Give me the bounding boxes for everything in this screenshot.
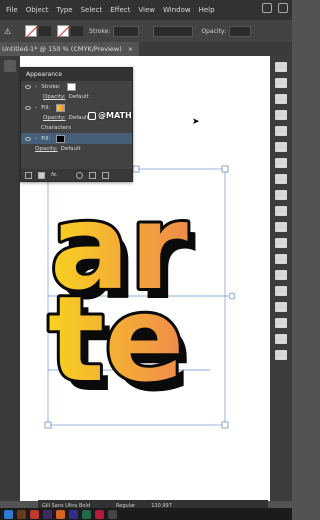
bottom-opacity-row: Opacity: Default [21, 144, 132, 154]
visibility-eye-icon[interactable] [25, 84, 31, 89]
bottom-opacity-link[interactable]: Opacity: [35, 146, 58, 152]
color-panel-icon[interactable] [275, 110, 287, 120]
chevron-right-icon[interactable]: › [35, 105, 37, 111]
start-menu-icon[interactable] [4, 509, 13, 519]
graphic-styles-panel-icon[interactable] [275, 238, 287, 248]
selection-tool-icon[interactable] [4, 60, 16, 72]
fill-opacity-link[interactable]: Opacity: [43, 115, 66, 121]
pathfinder-panel-icon[interactable] [275, 270, 287, 280]
rotate-handle-right[interactable] [228, 292, 236, 300]
visibility-eye-icon[interactable] [25, 136, 31, 141]
taskbar-app-icon[interactable] [95, 509, 104, 519]
duplicate-item-icon[interactable] [88, 171, 96, 179]
instagram-icon [88, 111, 96, 120]
appearance-row-selected-fill[interactable]: › Fill: [21, 133, 132, 144]
symbols-panel-icon[interactable] [275, 158, 287, 168]
brushes-panel-icon[interactable] [275, 142, 287, 152]
fill-opacity-value: Default [68, 115, 89, 121]
watermark-handle: @MATH [98, 111, 132, 120]
transform-panel-icon[interactable] [275, 286, 287, 296]
characters-row[interactable]: Characters [21, 123, 132, 133]
taskbar-app-icon[interactable] [108, 509, 117, 519]
resize-handle-bottom-left[interactable] [44, 421, 52, 429]
artboards-panel-icon[interactable] [275, 350, 287, 360]
mouse-cursor-icon: ➤ [192, 117, 200, 127]
taskbar-app-icon[interactable] [43, 509, 52, 519]
appearance-panel: Appearance › Stroke: Opacity: Default › … [20, 67, 133, 182]
delete-item-icon[interactable] [101, 171, 109, 179]
opentype-panel-icon[interactable] [275, 334, 287, 344]
tools-panel [0, 56, 20, 501]
transparency-panel-icon[interactable] [275, 206, 287, 216]
appearance-row-stroke[interactable]: › Stroke: [21, 81, 132, 92]
add-effect-button[interactable]: fx. [51, 172, 58, 178]
add-new-stroke-icon[interactable] [25, 171, 32, 179]
taskbar-app-icon[interactable] [69, 509, 78, 519]
taskbar-app-icon[interactable] [17, 509, 26, 519]
fill-row-label: Fill: [41, 104, 51, 111]
chevron-right-icon[interactable]: › [35, 136, 37, 142]
instagram-watermark: @MATH [88, 111, 132, 120]
stroke-opacity-row: Opacity: Default [21, 92, 132, 102]
taskbar-app-icon[interactable] [56, 509, 65, 519]
resize-handle-bottom-right[interactable] [221, 421, 229, 429]
panel-icon-strip [270, 56, 292, 501]
clear-appearance-icon[interactable] [75, 171, 83, 179]
taskbar-app-icon[interactable] [30, 509, 39, 519]
resize-handle-top-right[interactable] [221, 165, 229, 173]
swatches-panel-icon[interactable] [275, 126, 287, 136]
chevron-right-icon[interactable]: › [35, 84, 37, 90]
appearance-panel-title[interactable]: Appearance [21, 68, 132, 81]
fill-gradient-swatch[interactable] [56, 103, 66, 112]
bottom-opacity-value: Default [60, 146, 81, 152]
appearance-panel-footer: fx. [21, 169, 132, 181]
add-new-fill-icon[interactable] [38, 171, 45, 179]
selected-fill-swatch[interactable] [56, 134, 66, 143]
libraries-panel-icon[interactable] [275, 94, 287, 104]
illustrator-window: File Object Type Select Effect View Wind… [0, 0, 292, 520]
taskbar-app-icon[interactable] [82, 509, 91, 519]
word-line2: te [48, 270, 184, 408]
os-taskbar [0, 508, 292, 520]
paragraph-panel-icon[interactable] [275, 318, 287, 328]
stroke-row-label: Stroke: [41, 83, 61, 90]
letters-fill[interactable]: ar te [48, 178, 188, 408]
character-panel-icon[interactable] [275, 302, 287, 312]
gradient-panel-icon[interactable] [275, 190, 287, 200]
properties-panel-icon[interactable] [275, 62, 287, 72]
stroke-opacity-value: Default [68, 94, 89, 100]
align-panel-icon[interactable] [275, 254, 287, 264]
stroke-swatch[interactable] [66, 82, 76, 91]
appearance-panel-icon[interactable] [275, 222, 287, 232]
visibility-eye-icon[interactable] [25, 105, 31, 110]
selected-fill-label: Fill: [41, 135, 51, 142]
stroke-opacity-link[interactable]: Opacity: [43, 94, 66, 100]
stroke-panel-icon[interactable] [275, 174, 287, 184]
layers-panel-icon[interactable] [275, 78, 287, 88]
resize-handle-top[interactable] [132, 165, 140, 173]
